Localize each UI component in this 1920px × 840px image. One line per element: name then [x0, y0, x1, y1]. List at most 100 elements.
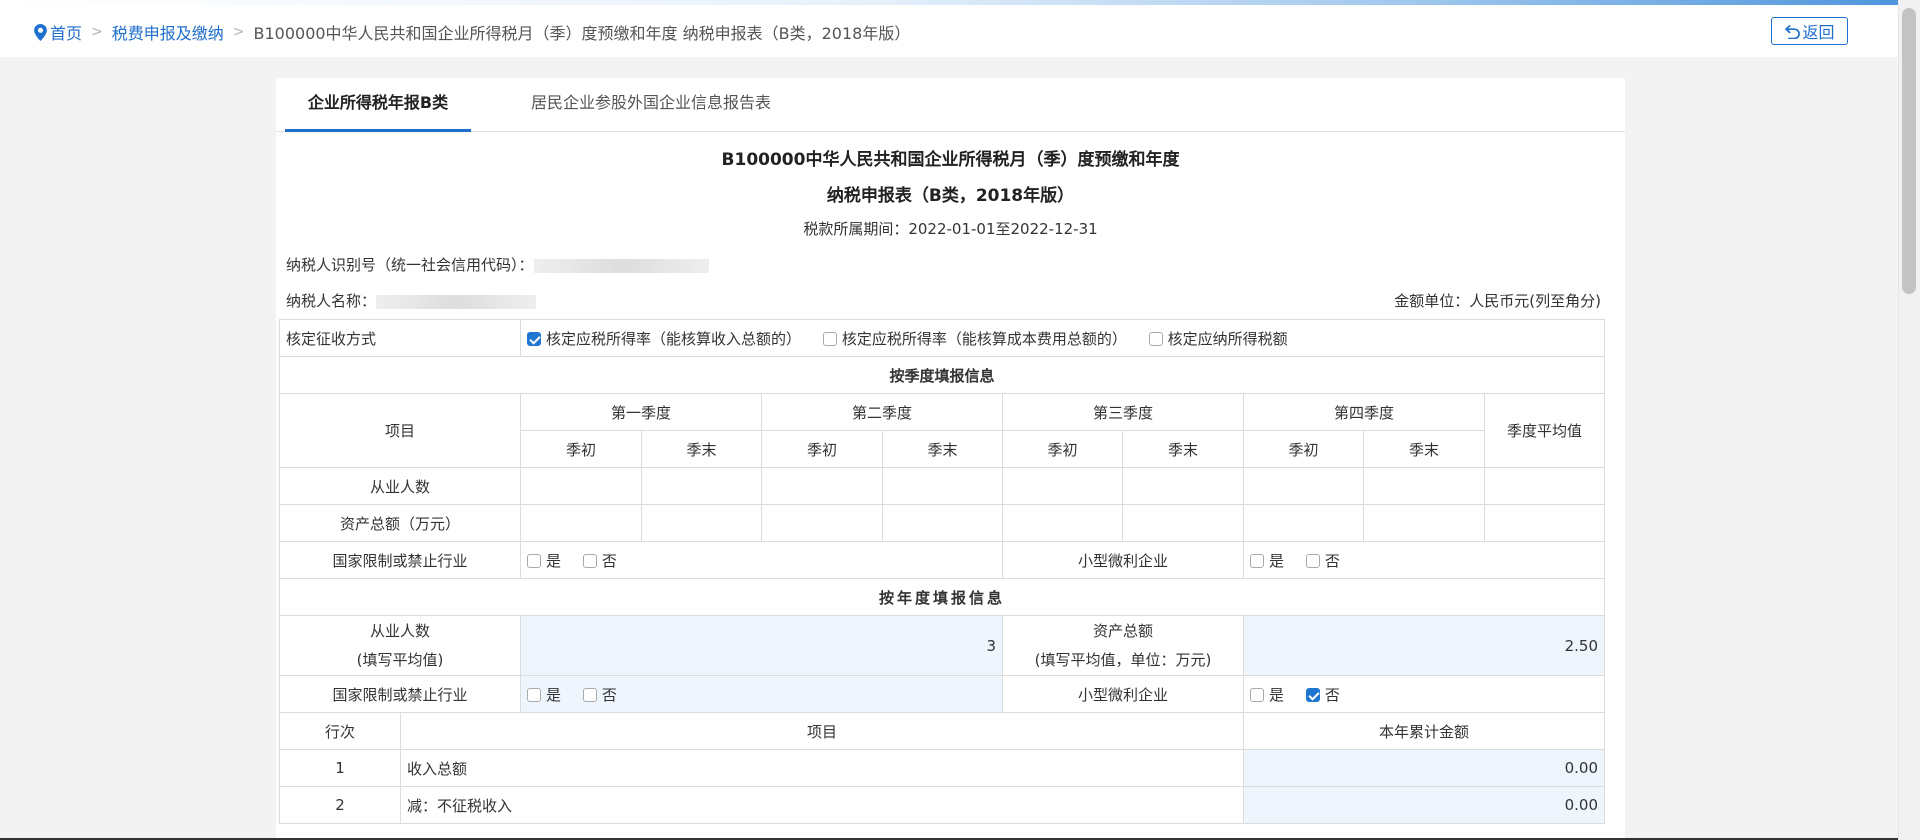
quarterly-small-no-checkbox[interactable]: 否 — [1305, 552, 1340, 570]
assessment-option-income-label: 核定应税所得率（能核算收入总额的） — [546, 329, 802, 348]
annual-restricted-industry-options: 是 否 — [520, 675, 1004, 713]
annual-employees-note: (填写平均值) — [356, 650, 444, 669]
quarterly-restricted-yes-checkbox[interactable]: 是 — [527, 552, 561, 570]
annual-restricted-industry-label: 国家限制或禁止行业 — [278, 675, 522, 713]
taxpayer-name-redacted — [376, 294, 537, 309]
annual-section-row: 按年度填报信息 — [278, 578, 1606, 616]
q2-end-employees-input[interactable] — [882, 467, 1004, 505]
annual-restricted-yes-checkbox[interactable]: 是 — [527, 686, 561, 704]
quarter-1-header: 第一季度 — [520, 393, 763, 431]
checkbox-icon — [1148, 331, 1163, 346]
q2-end-header: 季末 — [882, 430, 1004, 468]
assessment-option-income[interactable]: 核定应税所得率（能核算收入总额的） — [527, 330, 801, 348]
quarterly-small-yes-checkbox[interactable]: 是 — [1250, 552, 1284, 570]
q3-end-assets-input[interactable] — [1122, 504, 1245, 542]
form-card: 企业所得税年报B类 居民企业参股外国企业信息报告表 B100000中华人民共和国… — [276, 78, 1625, 840]
taxpayer-id-redacted — [533, 258, 709, 273]
annual-employees-label: 从业人数 — [370, 621, 431, 640]
checkbox-icon — [582, 553, 597, 568]
breadcrumb: 首页 > 税费申报及缴纳 > B100000中华人民共和国企业所得税月（季）度预… — [34, 20, 910, 44]
checkbox-checked-icon — [1305, 687, 1320, 702]
taxpayer-id-row: 纳税人识别号（统一社会信用代码）： — [286, 254, 709, 275]
no-label: 否 — [1324, 685, 1340, 704]
q4-start-assets-input[interactable] — [1243, 504, 1365, 542]
lines-header-row: 行次 项目 本年累计金额 — [279, 712, 1606, 750]
annual-employees-label-cell: 从业人数 (填写平均值) — [278, 615, 522, 676]
annual-industry-row: 国家限制或禁止行业 是 否 小型微利企业 是 否 — [278, 675, 1606, 713]
q3-end-employees-input[interactable] — [1122, 467, 1245, 505]
quarter-2-header: 第二季度 — [761, 393, 1004, 431]
line-item: 收入总额 — [399, 749, 1245, 787]
quarter-3-header: 第三季度 — [1002, 393, 1245, 431]
quarterly-restricted-industry-label: 国家限制或禁止行业 — [278, 541, 522, 579]
quarterly-assets-label: 资产总额（万元） — [278, 504, 522, 542]
taxpayer-id-label: 纳税人识别号（统一社会信用代码）： — [286, 256, 534, 274]
q4-end-employees-input[interactable] — [1363, 467, 1486, 505]
quarterly-section-row: 按季度填报信息 — [278, 356, 1606, 394]
currency-unit: 金额单位：人民币元(列至角分) — [1394, 292, 1601, 310]
back-button[interactable]: 返回 — [1771, 17, 1848, 45]
form-title-line1: B100000中华人民共和国企业所得税月（季）度预缴和年度 — [721, 150, 1180, 170]
q3-start-assets-input[interactable] — [1002, 504, 1124, 542]
annual-small-yes-checkbox[interactable]: 是 — [1250, 686, 1284, 704]
table-row: 2 减：不征税收入 0.00 — [279, 786, 1606, 824]
breadcrumb-separator: > — [91, 24, 103, 40]
q4-end-assets-input[interactable] — [1363, 504, 1486, 542]
q1-end-assets-input[interactable] — [641, 504, 763, 542]
yes-label: 是 — [546, 551, 562, 570]
annual-small-no-checkbox[interactable]: 否 — [1305, 685, 1340, 704]
assessment-option-fixed-tax-label: 核定应纳所得税额 — [1167, 329, 1288, 348]
quarterly-restricted-no-checkbox[interactable]: 否 — [582, 552, 617, 570]
line-amount-non-taxable[interactable]: 0.00 — [1243, 786, 1606, 824]
annual-employees-input[interactable]: 3 — [520, 615, 1004, 676]
annual-restricted-no-checkbox[interactable]: 否 — [582, 685, 617, 704]
form-title-line2: 纳税申报表（B类，2018年版） — [826, 186, 1075, 206]
line-amount-header: 本年累计金额 — [1243, 712, 1606, 750]
quarterly-industry-row: 国家限制或禁止行业 是 否 小型微利企业 是 否 — [278, 541, 1606, 579]
scrollbar-thumb[interactable] — [1902, 8, 1916, 294]
no-label: 否 — [601, 685, 617, 704]
assessment-option-cost-label: 核定应税所得率（能核算成本费用总额的） — [841, 329, 1127, 348]
breadcrumb-separator: > — [232, 24, 245, 40]
line-item-header: 项目 — [399, 712, 1245, 750]
employees-average-cell — [1484, 467, 1606, 505]
tab-annual-report-b[interactable]: 企业所得税年报B类 — [285, 78, 471, 132]
annual-assets-input[interactable]: 2.50 — [1243, 615, 1606, 676]
line-amount-total-income[interactable]: 0.00 — [1243, 749, 1606, 787]
quarterly-small-enterprise-options: 是 否 — [1243, 541, 1606, 579]
assets-average-cell — [1484, 504, 1606, 542]
q3-start-employees-input[interactable] — [1002, 467, 1124, 505]
q1-start-assets-input[interactable] — [520, 504, 643, 542]
tab-foreign-enterprise-info[interactable]: 居民企业参股外国企业信息报告表 — [506, 78, 796, 132]
breadcrumb-home-link[interactable]: 首页 — [50, 20, 82, 44]
location-pin-icon — [34, 23, 47, 41]
checkbox-icon — [527, 553, 542, 568]
q1-end-header: 季末 — [641, 430, 763, 468]
checkbox-checked-icon — [527, 331, 542, 346]
quarterly-employees-row: 从业人数 — [278, 467, 1606, 505]
table-row: 1 收入总额 0.00 — [279, 749, 1606, 787]
q1-start-header: 季初 — [520, 430, 643, 468]
annual-section-title: 按年度填报信息 — [278, 578, 1606, 616]
q2-end-assets-input[interactable] — [882, 504, 1004, 542]
taxpayer-name-row: 纳税人名称： — [286, 290, 537, 311]
q4-start-header: 季初 — [1243, 430, 1365, 468]
breadcrumb-tax-filing-link[interactable]: 税费申报及缴纳 — [112, 20, 224, 44]
yes-label: 是 — [1269, 551, 1285, 570]
quarter-4-header: 第四季度 — [1243, 393, 1486, 431]
q2-start-employees-input[interactable] — [761, 467, 884, 505]
checkbox-icon — [1305, 553, 1320, 568]
tab-bar: 企业所得税年报B类 居民企业参股外国企业信息报告表 — [276, 78, 1625, 132]
checkbox-icon — [1250, 687, 1265, 702]
q2-start-assets-input[interactable] — [761, 504, 884, 542]
q1-start-employees-input[interactable] — [520, 467, 643, 505]
return-arrow-icon — [1785, 24, 1801, 39]
assessment-method-row: 核定征收方式 核定应税所得率（能核算收入总额的） 核定应税所得率（能核算成本费用… — [278, 319, 1606, 357]
line-item: 减：不征税收入 — [399, 786, 1245, 824]
q4-start-employees-input[interactable] — [1243, 467, 1365, 505]
checkbox-icon — [527, 687, 542, 702]
assessment-option-fixed-tax[interactable]: 核定应纳所得税额 — [1148, 329, 1288, 348]
q1-end-employees-input[interactable] — [641, 467, 763, 505]
vertical-scrollbar[interactable] — [1898, 0, 1920, 840]
assessment-option-cost[interactable]: 核定应税所得率（能核算成本费用总额的） — [822, 329, 1127, 348]
